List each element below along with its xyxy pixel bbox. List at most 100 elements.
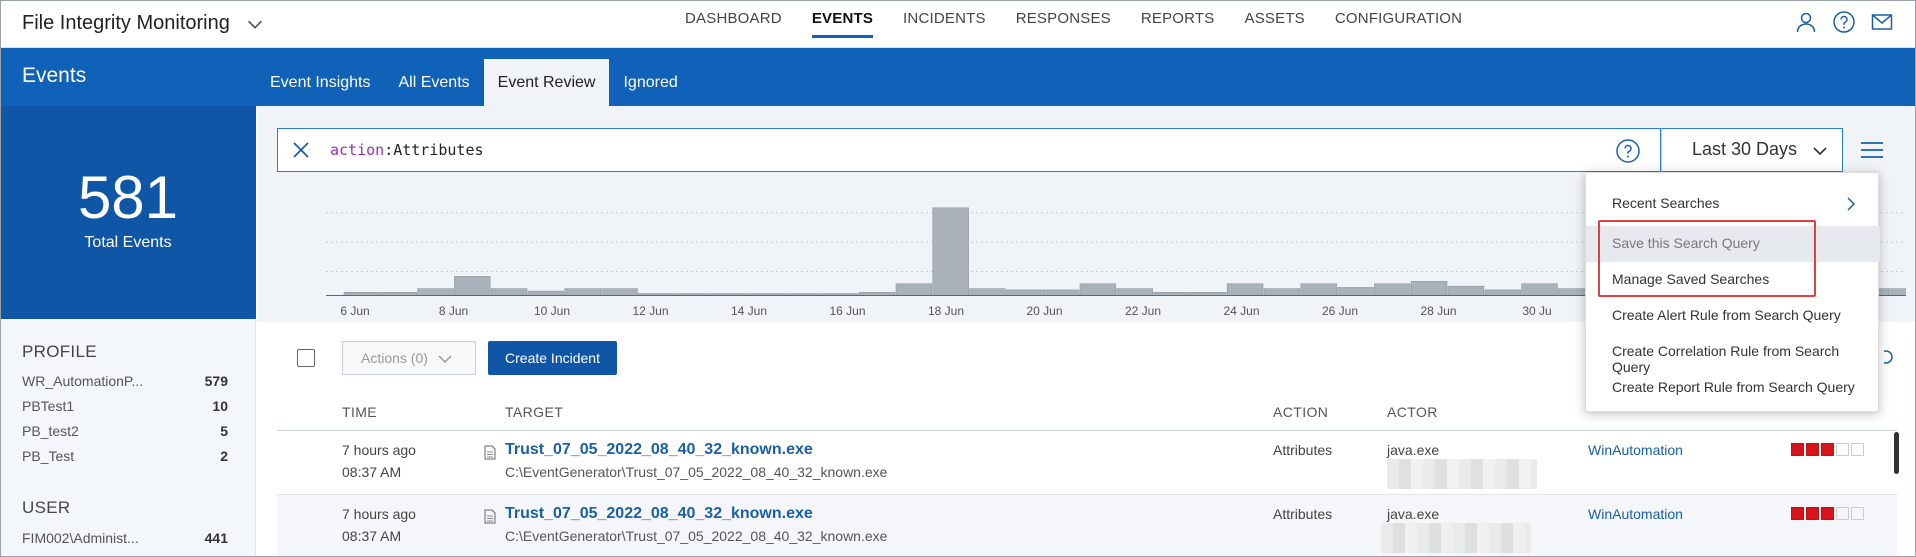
search-help-icon[interactable] — [1615, 138, 1641, 164]
top-icons — [1794, 10, 1894, 34]
histogram-tick-label: 18 Jun — [927, 304, 965, 318]
row-action: Attributes — [1273, 506, 1333, 522]
tab-ignored[interactable]: Ignored — [609, 59, 691, 106]
create-incident-button[interactable]: Create Incident — [488, 341, 617, 375]
row-target-link[interactable]: Trust_07_05_2022_08_40_32_known.exe — [505, 505, 813, 523]
row-time: 7 hours ago — [342, 442, 416, 458]
severity-meter — [1791, 443, 1864, 456]
actions-label: Actions (0) — [361, 350, 428, 366]
histogram-bar[interactable] — [1300, 283, 1337, 296]
mail-icon[interactable] — [1870, 10, 1894, 34]
row-target-link[interactable]: Trust_07_05_2022_08_40_32_known.exe — [505, 441, 813, 459]
user-facet-row[interactable]: FIM002\Administ... 441 — [22, 530, 228, 546]
row-action: Attributes — [1273, 442, 1333, 458]
table-row[interactable]: 7 hours ago 08:37 AM Trust_07_05_2022_08… — [277, 495, 1897, 557]
histogram-bar[interactable] — [1410, 281, 1448, 296]
scrollbar-thumb[interactable] — [1894, 432, 1899, 474]
facet-count: 579 — [204, 373, 228, 389]
histogram-bar[interactable] — [1374, 283, 1411, 296]
row-asset-link[interactable]: WinAutomation — [1588, 506, 1683, 522]
total-events-box: 581 Total Events — [0, 106, 256, 319]
section-title: Events — [22, 64, 87, 87]
profile-heading: PROFILE — [22, 342, 97, 361]
tab-event-insights[interactable]: Event Insights — [256, 59, 385, 106]
menu-item-create-correlation-rule[interactable]: Create Correlation Rule from Search Quer… — [1586, 334, 1880, 375]
histogram-bar[interactable] — [1079, 283, 1117, 296]
nav-reports[interactable]: REPORTS — [1126, 0, 1230, 48]
facet-name: PBTest1 — [22, 398, 75, 414]
date-range-select[interactable]: Last 30 Days — [1661, 128, 1843, 172]
nav-events[interactable]: EVENTS — [797, 0, 888, 48]
hamburger-menu-icon[interactable] — [1858, 138, 1886, 162]
tab-event-review[interactable]: Event Review — [483, 59, 610, 106]
histogram-bar[interactable] — [932, 207, 969, 296]
histogram-bar[interactable] — [1226, 283, 1264, 296]
histogram-tick-label: 10 Jun — [533, 304, 571, 318]
histogram-bar[interactable] — [895, 283, 933, 296]
close-icon[interactable] — [290, 139, 312, 161]
menu-item-create-report-rule[interactable]: Create Report Rule from Search Query — [1586, 370, 1880, 406]
row-asset-link[interactable]: WinAutomation — [1588, 442, 1683, 458]
row-target-path: C:\EventGenerator\Trust_07_05_2022_08_40… — [505, 528, 888, 544]
histogram-tick-label: 12 Jun — [632, 304, 669, 318]
chevron-down-icon — [438, 355, 452, 364]
facet-name: FIM002\Administ... — [22, 530, 139, 546]
histogram-bar[interactable] — [1263, 288, 1301, 296]
nav-incidents[interactable]: INCIDENTS — [888, 0, 1001, 48]
help-icon[interactable] — [1832, 10, 1856, 34]
select-all-checkbox[interactable] — [297, 349, 315, 367]
table-row[interactable]: 7 hours ago 08:37 AM Trust_07_05_2022_08… — [277, 431, 1897, 495]
histogram-bar[interactable] — [1337, 287, 1374, 296]
nav-configuration[interactable]: CONFIGURATION — [1320, 0, 1477, 48]
row-actor: java.exe — [1387, 442, 1440, 458]
profile-facet-row[interactable]: WR_AutomationP... 579 — [22, 373, 228, 389]
histogram-bar[interactable] — [1447, 285, 1485, 296]
menu-item-recent-searches[interactable]: Recent Searches — [1586, 186, 1880, 222]
column-header-time[interactable]: TIME — [342, 404, 377, 420]
facet-panel: 581 Total Events PROFILE WR_AutomationP.… — [0, 106, 256, 557]
nav-dashboard[interactable]: DASHBOARD — [670, 0, 797, 48]
date-range-value: Last 30 Days — [1692, 139, 1798, 159]
histogram-tick-label: 26 Jun — [1321, 304, 1359, 318]
profile-facet-row[interactable]: PBTest1 10 — [22, 398, 228, 414]
profile-facet-row[interactable]: PB_test2 5 — [22, 423, 228, 439]
file-icon — [484, 509, 496, 524]
search-value: Attributes — [393, 141, 484, 159]
row-clock: 08:37 AM — [342, 464, 402, 480]
row-clock: 08:37 AM — [342, 528, 402, 544]
gear-icon[interactable] — [1884, 347, 1900, 367]
histogram-tick-label: 14 Jun — [730, 304, 768, 318]
menu-item-create-alert-rule[interactable]: Create Alert Rule from Search Query — [1586, 298, 1880, 334]
tab-all-events[interactable]: All Events — [385, 59, 484, 106]
search-query: action:Attributes — [330, 141, 484, 159]
user-heading: USER — [22, 498, 71, 517]
row-actor: java.exe — [1387, 506, 1440, 522]
histogram-bar[interactable] — [969, 288, 1006, 296]
column-header-action[interactable]: ACTION — [1273, 404, 1328, 420]
profile-facet-row[interactable]: PB_Test 2 — [22, 448, 228, 464]
column-header-actor[interactable]: ACTOR — [1387, 404, 1438, 420]
menu-item-label: Recent Searches — [1612, 195, 1720, 211]
actions-dropdown[interactable]: Actions (0) — [342, 341, 476, 375]
histogram-bar[interactable] — [564, 288, 601, 296]
app-title: File Integrity Monitoring — [22, 12, 230, 34]
nav-responses[interactable]: RESPONSES — [1001, 0, 1126, 48]
menu-item-label: Create Alert Rule from Search Query — [1612, 307, 1841, 323]
facet-count: 441 — [204, 530, 228, 546]
histogram-bar[interactable] — [454, 276, 491, 296]
histogram-bar[interactable] — [1521, 283, 1558, 296]
app-switcher[interactable]: File Integrity Monitoring — [22, 12, 266, 35]
histogram-bar[interactable] — [490, 288, 528, 296]
histogram-bar[interactable] — [601, 288, 638, 296]
column-header-target[interactable]: TARGET — [505, 404, 563, 420]
histogram-tick-label: 8 Jun — [438, 304, 469, 318]
nav-assets[interactable]: ASSETS — [1230, 0, 1320, 48]
histogram-bar[interactable] — [417, 288, 454, 296]
histogram-bar[interactable] — [1889, 288, 1906, 296]
user-icon[interactable] — [1794, 10, 1818, 34]
file-icon — [484, 445, 496, 460]
search-input[interactable]: action:Attributes — [277, 128, 1661, 172]
histogram-tick-label: 24 Jun — [1223, 304, 1260, 318]
histogram-bar[interactable] — [1116, 288, 1153, 296]
total-events-label: Total Events — [84, 234, 172, 251]
